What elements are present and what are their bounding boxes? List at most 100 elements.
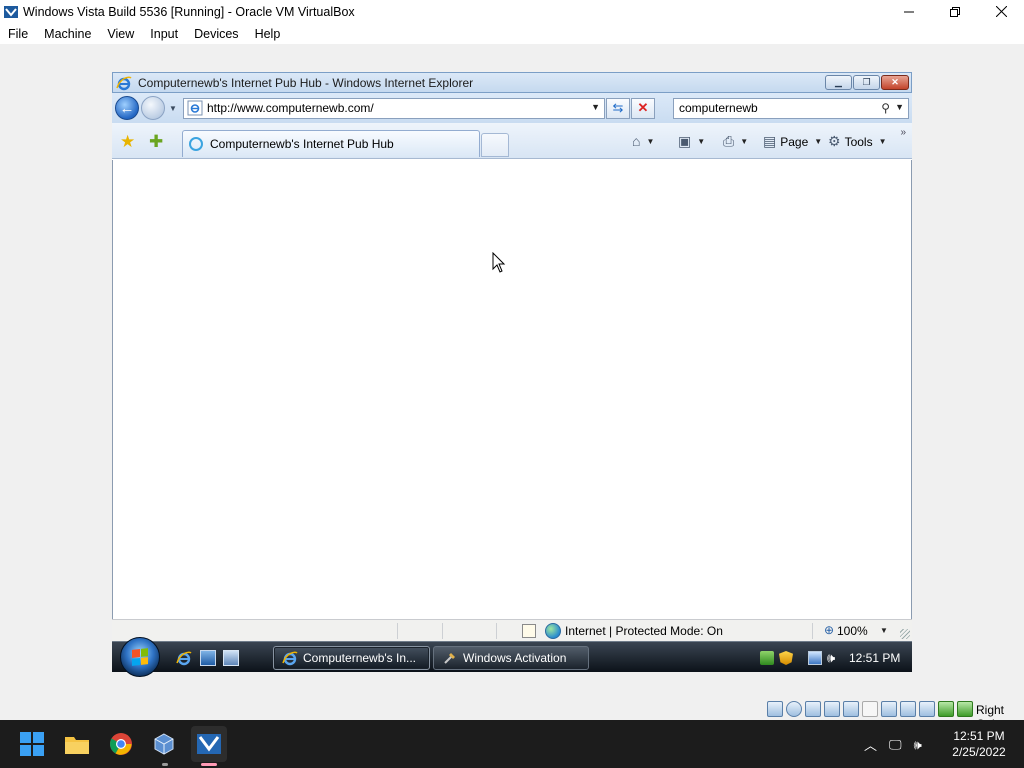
show-desktop-icon[interactable] [200, 650, 216, 666]
close-icon [995, 6, 1007, 17]
volume-icon[interactable]: 🕪 [827, 650, 835, 666]
vbox-device-icons [767, 701, 973, 717]
vista-taskbar: Computernewb's In... Windows Activation … [112, 637, 912, 677]
audio-icon[interactable] [805, 701, 821, 717]
menu-file[interactable]: File [0, 27, 36, 41]
chrome-button[interactable] [105, 728, 137, 760]
security-zone-text[interactable]: Internet | Protected Mode: On [565, 624, 723, 638]
keyboard-capture-icon[interactable] [957, 701, 973, 717]
virtualbox-vm-button[interactable] [191, 726, 227, 762]
recording-icon[interactable] [900, 701, 916, 717]
protected-mode-icon[interactable] [522, 624, 536, 638]
page-menu-button[interactable]: ▤ Page ▼ [763, 133, 822, 150]
stop-icon: ✕ [637, 100, 649, 115]
tools-gear-icon: ⚙ [828, 133, 841, 149]
network-adapter-icon[interactable] [824, 701, 840, 717]
minimize-icon: ▁ [835, 77, 842, 87]
start-orb-icon[interactable] [120, 637, 160, 677]
switch-windows-icon[interactable] [223, 650, 239, 666]
more-commands-icon[interactable]: » [900, 127, 906, 138]
ie-icon [116, 76, 132, 90]
network-icon[interactable]: 🖵 [889, 737, 902, 753]
recent-pages-dropdown[interactable]: ▼ [167, 104, 179, 113]
ie-icon [282, 651, 298, 666]
search-box[interactable]: computernewb ⚲ ▼ [673, 97, 909, 119]
globe-icon [545, 623, 561, 639]
menu-devices[interactable]: Devices [186, 27, 246, 41]
back-button[interactable]: ← [115, 96, 139, 120]
print-button[interactable]: ⎙ ▼ [723, 133, 748, 150]
host-taskbar: ︿ 🖵 🕪 12:51 PM 2/25/2022 [0, 720, 1024, 768]
restore-button[interactable] [932, 0, 978, 23]
chevron-up-icon[interactable]: ︿ [864, 735, 877, 754]
add-favorites-icon[interactable]: ✚ [149, 133, 163, 150]
menu-help[interactable]: Help [247, 27, 289, 41]
ie-minimize-button[interactable]: ▁ [825, 75, 852, 90]
security-shield-icon[interactable] [779, 651, 793, 665]
tools-menu-button[interactable]: ⚙ Tools ▼ [828, 133, 887, 150]
ie-restore-button[interactable]: ❐ [853, 75, 880, 90]
minimize-icon [904, 11, 914, 12]
optical-drive-icon[interactable] [786, 701, 802, 717]
usb-icon[interactable] [843, 701, 859, 717]
cpu-icon[interactable] [919, 701, 935, 717]
forward-button[interactable] [141, 96, 165, 120]
windows-start-icon[interactable] [20, 732, 44, 756]
search-dropdown-icon[interactable]: ▼ [895, 102, 904, 112]
restore-icon [950, 6, 960, 17]
search-input[interactable]: computernewb [679, 101, 758, 115]
quicklaunch-ie-icon[interactable] [176, 650, 192, 666]
close-button[interactable] [978, 0, 1024, 23]
virtualbox-manager-button[interactable] [148, 728, 180, 760]
address-dropdown-icon[interactable]: ▼ [591, 102, 600, 112]
minimize-button[interactable] [886, 0, 932, 23]
taskbar-button-ie[interactable]: Computernewb's In... [273, 646, 430, 670]
zoom-dropdown-icon[interactable]: ▼ [880, 626, 888, 635]
refresh-button[interactable]: ⇆ [606, 97, 630, 119]
ie-close-button[interactable]: ✕ [881, 75, 909, 90]
shared-folders-icon[interactable] [862, 701, 878, 717]
volume-icon[interactable]: 🕪 [914, 737, 922, 753]
menu-input[interactable]: Input [142, 27, 186, 41]
address-input[interactable]: http://www.computernewb.com/ [207, 101, 374, 115]
new-tab-button[interactable] [481, 133, 509, 157]
zoom-level[interactable]: 100% [837, 624, 868, 638]
menu-machine[interactable]: Machine [36, 27, 99, 41]
vista-vm-icon [197, 734, 221, 754]
page-label: Page [780, 134, 809, 149]
status-divider [812, 623, 813, 639]
address-bar[interactable]: http://www.computernewb.com/ ▼ [183, 97, 605, 119]
chevron-down-icon: ▼ [646, 136, 655, 146]
menu-view[interactable]: View [99, 27, 142, 41]
tab-current[interactable]: Computernewb's Internet Pub Hub [182, 130, 480, 157]
host-clock[interactable]: 12:51 PM 2/25/2022 [944, 728, 1014, 760]
chevron-down-icon: ▼ [740, 137, 749, 146]
active-indicator [201, 763, 217, 766]
display-icon[interactable] [881, 701, 897, 717]
guest-screen[interactable]: Computernewb's Internet Pub Hub - Window… [112, 72, 912, 677]
favorites-star-icon[interactable]: ★ [120, 133, 135, 150]
page-icon: ▤ [763, 133, 777, 149]
vbox-statusbar: Right Ctrl [0, 698, 1024, 731]
stop-button[interactable]: ✕ [631, 97, 655, 119]
hard-disk-icon[interactable] [767, 701, 783, 717]
feeds-button[interactable]: ▣ ▼ [678, 133, 705, 150]
mouse-cursor-icon [492, 252, 506, 273]
network-icon[interactable] [808, 651, 822, 665]
host-system-tray: ︿ 🖵 🕪 [864, 735, 922, 754]
windows-update-icon[interactable] [760, 651, 774, 665]
virtualbox-icon [4, 5, 18, 18]
page-content[interactable] [112, 160, 912, 619]
zoom-icon[interactable]: ⊕ [824, 623, 834, 637]
mouse-integration-icon[interactable] [938, 701, 954, 717]
home-button[interactable]: ⌂ ▼ [632, 133, 654, 149]
resize-grip[interactable] [900, 629, 910, 639]
vista-clock[interactable]: 12:51 PM [849, 651, 900, 665]
ie-window-title: Computernewb's Internet Pub Hub - Window… [138, 75, 474, 90]
search-icon[interactable]: ⚲ [881, 101, 890, 115]
taskbar-button-activation[interactable]: Windows Activation [433, 646, 589, 670]
tools-label: Tools [844, 134, 873, 149]
close-icon: ✕ [891, 77, 899, 87]
ie-statusbar: Internet | Protected Mode: On ⊕ 100% ▼ [112, 619, 912, 641]
file-explorer-button[interactable] [61, 728, 93, 760]
